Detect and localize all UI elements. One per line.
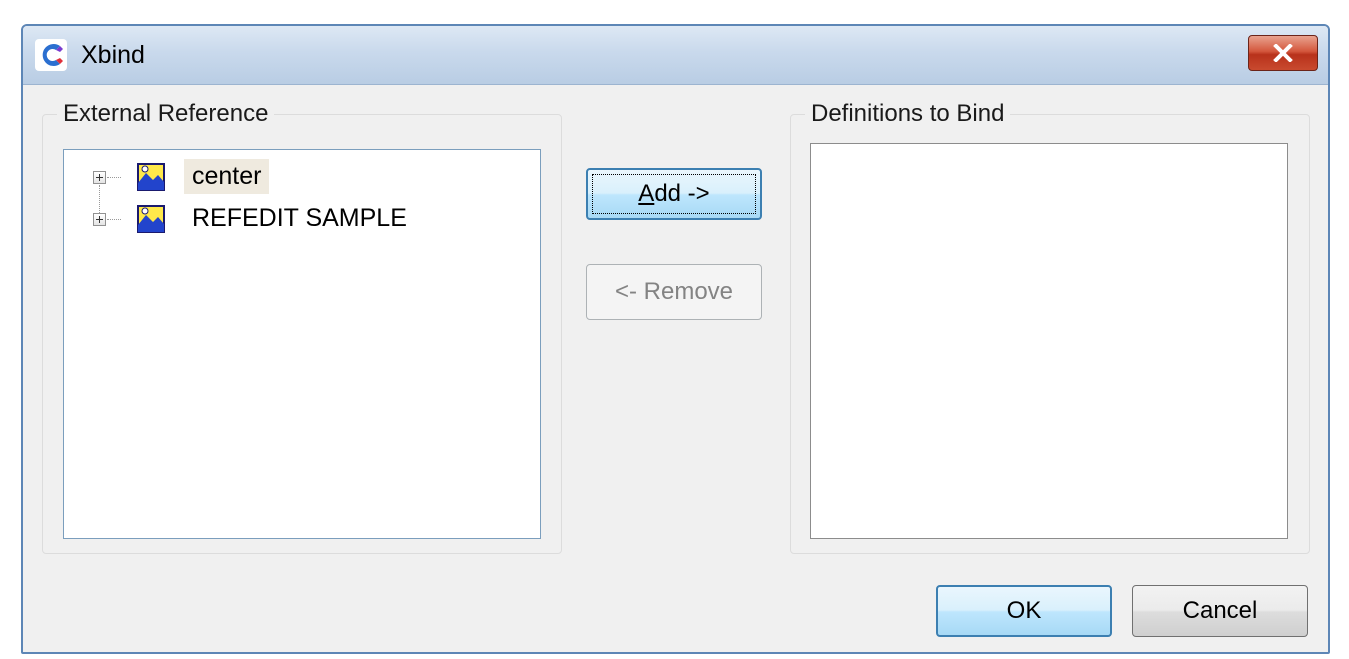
close-button[interactable]: [1248, 35, 1318, 71]
ok-button-label: OK: [1006, 597, 1042, 624]
add-button-label: Add ->: [638, 180, 710, 207]
tree-item-label: REFEDIT SAMPLE: [192, 204, 407, 232]
cancel-button[interactable]: Cancel: [1132, 585, 1308, 637]
tree-item-refedit-sample[interactable]: REFEDIT SAMPLE: [64, 200, 540, 240]
remove-button-label: <- Remove: [614, 278, 734, 305]
tree-item-label: center: [184, 159, 270, 194]
tree-dots: [107, 177, 121, 179]
title-bar[interactable]: Xbind: [23, 26, 1328, 85]
tree-dots: [107, 219, 121, 221]
expand-icon[interactable]: [93, 171, 106, 184]
external-reference-tree[interactable]: center REFEDIT SAMPLE: [63, 149, 541, 539]
remove-button[interactable]: <- Remove: [586, 264, 762, 320]
app-logo-icon: [35, 39, 67, 71]
ok-button[interactable]: OK: [936, 585, 1112, 637]
xref-drawing-icon: [137, 163, 165, 191]
xref-drawing-icon: [137, 205, 165, 233]
cancel-button-label: Cancel: [1182, 597, 1258, 624]
expand-icon[interactable]: [93, 213, 106, 226]
add-button[interactable]: Add ->: [586, 168, 762, 220]
close-icon: [1273, 44, 1293, 62]
xbind-dialog: Xbind External Reference center REFEDIT …: [21, 24, 1330, 654]
tree-item-center[interactable]: center: [64, 158, 540, 198]
definitions-to-bind-label: Definitions to Bind: [805, 100, 1011, 128]
definitions-list[interactable]: [810, 143, 1288, 539]
window-title: Xbind: [81, 41, 145, 69]
external-reference-label: External Reference: [57, 100, 275, 128]
